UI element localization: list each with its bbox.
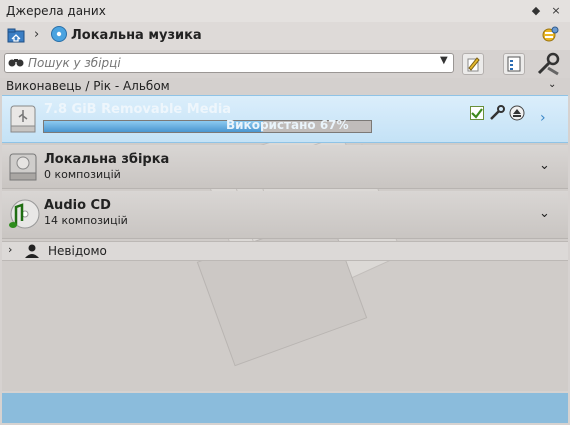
wrench-icon[interactable]: [489, 105, 505, 124]
chevron-down-icon[interactable]: ⌄: [539, 206, 550, 221]
status-strip: [2, 393, 568, 423]
edit-filter-button[interactable]: [462, 53, 484, 75]
breadcrumb-current[interactable]: Локальна музика: [71, 28, 202, 43]
check-icon[interactable]: [470, 106, 484, 123]
binoculars-icon: [8, 56, 24, 71]
usage-text: Використано 67%: [226, 118, 349, 132]
disc-icon: [51, 26, 67, 42]
filter-button[interactable]: [503, 53, 525, 75]
collection-tree[interactable]: 7.8 GiB Removable Media Використано 67% …: [2, 95, 568, 391]
tools-icon[interactable]: [536, 52, 562, 76]
chevron-right-icon[interactable]: ›: [8, 243, 12, 256]
level-selector[interactable]: Виконавець / Рік - Альбом: [6, 79, 170, 93]
chevron-right-icon[interactable]: ›: [540, 110, 546, 126]
window-title: Джерела даних: [6, 4, 106, 18]
chevron-down-icon[interactable]: ⌄: [548, 79, 556, 90]
configure-icon[interactable]: [541, 26, 559, 44]
person-icon: [24, 244, 40, 261]
collection-item-audio-cd[interactable]: Audio CD 14 композицій ⌄: [2, 191, 568, 239]
collection-name: 7.8 GiB Removable Media: [44, 102, 232, 117]
hard-drive-icon: [8, 151, 38, 183]
chevron-down-icon[interactable]: ▼: [440, 55, 448, 66]
filter-icon: [507, 56, 521, 72]
collection-item-local[interactable]: Локальна збірка 0 композицій ⌄: [2, 145, 568, 189]
float-button[interactable]: ◆: [528, 3, 544, 19]
eject-icon[interactable]: [509, 105, 525, 124]
usb-drive-icon: [8, 102, 38, 136]
tree-item-unknown[interactable]: › Невідомо: [2, 241, 568, 261]
chevron-down-icon[interactable]: ⌄: [539, 158, 550, 173]
audio-cd-icon: [6, 197, 40, 231]
collection-count: 14 композицій: [44, 214, 128, 227]
tree-item-label: Невідомо: [48, 244, 107, 258]
edit-icon: [467, 57, 480, 72]
home-icon[interactable]: [7, 27, 25, 43]
collection-name: Audio CD: [44, 198, 111, 213]
collection-item-removable[interactable]: 7.8 GiB Removable Media Використано 67% …: [2, 95, 568, 143]
breadcrumb-separator: ›: [34, 27, 40, 42]
search-input[interactable]: [28, 55, 428, 71]
collection-count: 0 композицій: [44, 168, 121, 181]
close-button[interactable]: ×: [548, 3, 564, 19]
collection-name: Локальна збірка: [44, 152, 170, 167]
